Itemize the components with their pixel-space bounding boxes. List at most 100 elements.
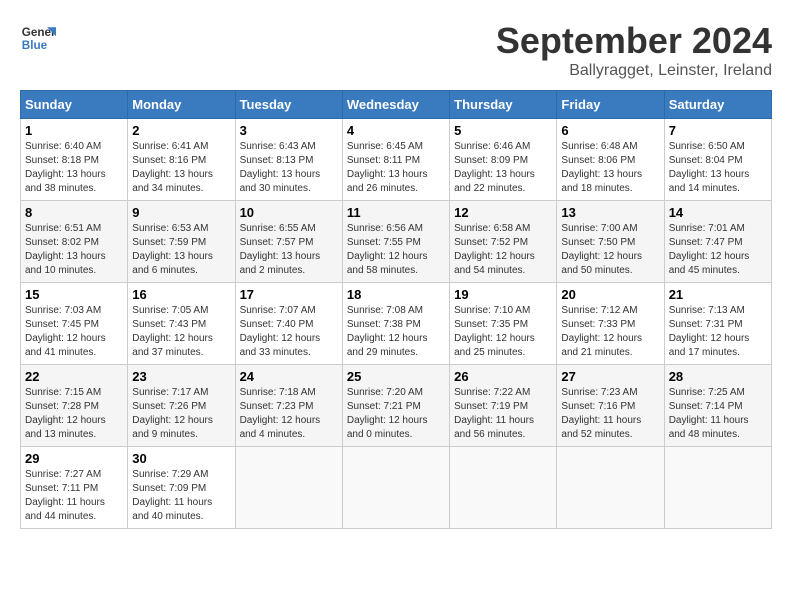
day-number: 26 [454,369,552,384]
header-friday: Friday [557,91,664,119]
header-thursday: Thursday [450,91,557,119]
day-info: Sunrise: 7:23 AM Sunset: 7:16 PM Dayligh… [561,386,659,442]
calendar-title: September 2024 [496,20,772,62]
day-cell: 2Sunrise: 6:41 AM Sunset: 8:16 PM Daylig… [128,119,235,201]
day-info: Sunrise: 7:05 AM Sunset: 7:43 PM Dayligh… [132,304,230,360]
day-cell [235,447,342,529]
day-number: 22 [25,369,123,384]
day-cell: 17 Sunrise: 7:07 AM Sunset: 7:40 PM Dayli… [235,283,342,365]
svg-text:Blue: Blue [22,39,48,52]
day-number: 3 [240,123,338,138]
day-number: 20 [561,287,659,302]
day-number: 15 [25,287,123,302]
day-info: Sunrise: 7:27 AM Sunset: 7:11 PM Dayligh… [25,468,123,524]
day-cell [342,447,449,529]
week-row-1: 8Sunrise: 6:51 AM Sunset: 8:02 PM Daylig… [21,201,772,283]
day-cell: 10 Sunrise: 6:55 AM Sunset: 7:57 PM Dayli… [235,201,342,283]
day-info: Sunrise: 7:07 AM Sunset: 7:40 PM Dayligh… [240,304,338,360]
day-number: 28 [669,369,767,384]
day-cell: 9 Sunrise: 6:53 AM Sunset: 7:59 PM Daylig… [128,201,235,283]
day-info: Sunrise: 7:22 AM Sunset: 7:19 PM Dayligh… [454,386,552,442]
day-number: 12 [454,205,552,220]
day-number: 6 [561,123,659,138]
logo: General Blue [20,20,56,56]
day-info: Sunrise: 6:56 AM Sunset: 7:55 PM Dayligh… [347,222,445,278]
day-info: Sunrise: 6:46 AM Sunset: 8:09 PM Dayligh… [454,140,552,196]
day-info: Sunrise: 6:40 AM Sunset: 8:18 PM Dayligh… [25,140,123,196]
day-info: Sunrise: 6:41 AM Sunset: 8:16 PM Dayligh… [132,140,230,196]
day-info: Sunrise: 7:01 AM Sunset: 7:47 PM Dayligh… [669,222,767,278]
day-number: 30 [132,451,230,466]
day-cell: 19Sunrise: 7:10 AM Sunset: 7:35 PM Dayli… [450,283,557,365]
day-info: Sunrise: 7:20 AM Sunset: 7:21 PM Dayligh… [347,386,445,442]
day-info: Sunrise: 6:50 AM Sunset: 8:04 PM Dayligh… [669,140,767,196]
day-number: 14 [669,205,767,220]
header-sunday: Sunday [21,91,128,119]
day-info: Sunrise: 7:18 AM Sunset: 7:23 PM Dayligh… [240,386,338,442]
day-cell: 30 Sunrise: 7:29 AM Sunset: 7:09 PM Dayli… [128,447,235,529]
day-cell: 18 Sunrise: 7:08 AM Sunset: 7:38 PM Dayli… [342,283,449,365]
day-info: Sunrise: 7:03 AM Sunset: 7:45 PM Dayligh… [25,304,123,360]
day-cell: 14 Sunrise: 7:01 AM Sunset: 7:47 PM Dayli… [664,201,771,283]
day-number: 11 [347,205,445,220]
day-cell: 6 Sunrise: 6:48 AM Sunset: 8:06 PM Daylig… [557,119,664,201]
calendar-body: 1 Sunrise: 6:40 AM Sunset: 8:18 PM Daylig… [21,119,772,529]
day-number: 17 [240,287,338,302]
day-info: Sunrise: 6:53 AM Sunset: 7:59 PM Dayligh… [132,222,230,278]
day-info: Sunrise: 6:55 AM Sunset: 7:57 PM Dayligh… [240,222,338,278]
day-number: 27 [561,369,659,384]
day-cell: 16 Sunrise: 7:05 AM Sunset: 7:43 PM Dayli… [128,283,235,365]
day-cell: 3 Sunrise: 6:43 AM Sunset: 8:13 PM Daylig… [235,119,342,201]
day-number: 1 [25,123,123,138]
day-number: 18 [347,287,445,302]
day-info: Sunrise: 7:15 AM Sunset: 7:28 PM Dayligh… [25,386,123,442]
day-number: 7 [669,123,767,138]
day-cell: 22 Sunrise: 7:15 AM Sunset: 7:28 PM Dayli… [21,365,128,447]
day-cell: 4 Sunrise: 6:45 AM Sunset: 8:11 PM Daylig… [342,119,449,201]
day-cell: 13 Sunrise: 7:00 AM Sunset: 7:50 PM Dayli… [557,201,664,283]
calendar-header-row: SundayMondayTuesdayWednesdayThursdayFrid… [21,91,772,119]
day-cell: 1 Sunrise: 6:40 AM Sunset: 8:18 PM Daylig… [21,119,128,201]
header-saturday: Saturday [664,91,771,119]
calendar-subtitle: Ballyragget, Leinster, Ireland [496,62,772,80]
week-row-0: 1 Sunrise: 6:40 AM Sunset: 8:18 PM Daylig… [21,119,772,201]
day-info: Sunrise: 6:45 AM Sunset: 8:11 PM Dayligh… [347,140,445,196]
day-cell: 26 Sunrise: 7:22 AM Sunset: 7:19 PM Dayli… [450,365,557,447]
day-cell: 21Sunrise: 7:13 AM Sunset: 7:31 PM Dayli… [664,283,771,365]
day-info: Sunrise: 7:29 AM Sunset: 7:09 PM Dayligh… [132,468,230,524]
day-info: Sunrise: 7:25 AM Sunset: 7:14 PM Dayligh… [669,386,767,442]
title-block: September 2024 Ballyragget, Leinster, Ir… [496,20,772,80]
day-cell: 23 Sunrise: 7:17 AM Sunset: 7:26 PM Dayli… [128,365,235,447]
day-number: 4 [347,123,445,138]
day-number: 25 [347,369,445,384]
week-row-4: 29 Sunrise: 7:27 AM Sunset: 7:11 PM Dayli… [21,447,772,529]
day-number: 10 [240,205,338,220]
day-cell [557,447,664,529]
day-info: Sunrise: 7:13 AM Sunset: 7:31 PM Dayligh… [669,304,767,360]
day-info: Sunrise: 6:43 AM Sunset: 8:13 PM Dayligh… [240,140,338,196]
week-row-2: 15 Sunrise: 7:03 AM Sunset: 7:45 PM Dayli… [21,283,772,365]
day-cell: 27 Sunrise: 7:23 AM Sunset: 7:16 PM Dayli… [557,365,664,447]
day-number: 5 [454,123,552,138]
day-cell [664,447,771,529]
day-info: Sunrise: 7:00 AM Sunset: 7:50 PM Dayligh… [561,222,659,278]
week-row-3: 22 Sunrise: 7:15 AM Sunset: 7:28 PM Dayli… [21,365,772,447]
day-number: 16 [132,287,230,302]
day-cell: 7 Sunrise: 6:50 AM Sunset: 8:04 PM Daylig… [664,119,771,201]
day-info: Sunrise: 6:58 AM Sunset: 7:52 PM Dayligh… [454,222,552,278]
day-info: Sunrise: 7:08 AM Sunset: 7:38 PM Dayligh… [347,304,445,360]
day-number: 9 [132,205,230,220]
day-info: Sunrise: 6:51 AM Sunset: 8:02 PM Dayligh… [25,222,123,278]
day-cell: 5 Sunrise: 6:46 AM Sunset: 8:09 PM Daylig… [450,119,557,201]
day-info: Sunrise: 7:12 AM Sunset: 7:33 PM Dayligh… [561,304,659,360]
day-number: 29 [25,451,123,466]
day-info: Sunrise: 6:48 AM Sunset: 8:06 PM Dayligh… [561,140,659,196]
day-info: Sunrise: 7:17 AM Sunset: 7:26 PM Dayligh… [132,386,230,442]
day-cell [450,447,557,529]
day-number: 13 [561,205,659,220]
day-number: 23 [132,369,230,384]
header-wednesday: Wednesday [342,91,449,119]
header-monday: Monday [128,91,235,119]
day-cell: 24Sunrise: 7:18 AM Sunset: 7:23 PM Dayli… [235,365,342,447]
logo-icon: General Blue [20,20,56,56]
